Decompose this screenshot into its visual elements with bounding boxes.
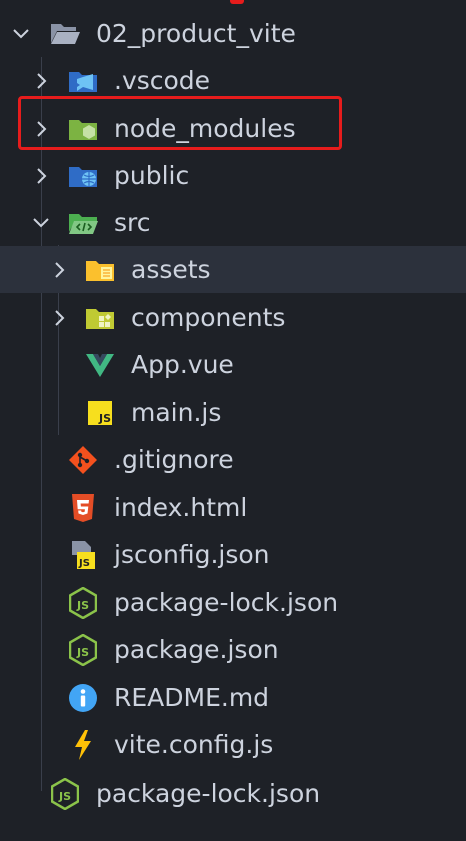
vite-file-icon (66, 728, 100, 762)
svg-text:JS: JS (58, 790, 71, 803)
tree-item-label: 02_product_vite (96, 19, 296, 48)
tree-item-package-lock[interactable]: JS package-lock.json (0, 579, 466, 626)
tree-item-root[interactable]: 02_product_vite (0, 10, 466, 57)
tree-item-readme[interactable]: README.md (0, 674, 466, 721)
tree-item-main-js[interactable]: JS main.js (0, 389, 466, 436)
tree-item-label: index.html (114, 493, 248, 522)
node-json-file-icon: JS (66, 586, 100, 620)
public-folder-icon (66, 159, 100, 193)
folder-open-icon (48, 17, 82, 51)
chevron-right-icon (46, 257, 72, 283)
tree-item-jsconfig[interactable]: JS jsconfig.json (0, 531, 466, 578)
git-file-icon (66, 443, 100, 477)
svg-text:JS: JS (76, 646, 89, 659)
tree-item-label: public (114, 161, 190, 190)
tree-item-package-lock-root[interactable]: JS package-lock.json (0, 770, 466, 817)
tree-item-index-html[interactable]: index.html (0, 484, 466, 531)
tree-item-label: README.md (114, 683, 270, 712)
tree-item-label: assets (131, 255, 211, 284)
chevron-down-icon (28, 210, 54, 236)
tree-item-label: App.vue (131, 350, 234, 379)
tree-item-vite-config[interactable]: vite.config.js (0, 721, 466, 768)
js-file-icon: JS (83, 396, 117, 430)
tree-item-label: .vscode (114, 66, 211, 95)
chevron-right-icon (46, 305, 72, 331)
svg-text:JS: JS (98, 412, 111, 425)
vue-file-icon (83, 348, 117, 382)
tree-item-label: package-lock.json (96, 779, 321, 808)
tree-item-label: vite.config.js (114, 730, 274, 759)
tree-item-label: src (114, 208, 151, 237)
tree-item-src[interactable]: src (0, 199, 466, 246)
tree-item-label: jsconfig.json (114, 540, 270, 569)
tree-item-components[interactable]: components (0, 294, 466, 341)
components-folder-icon (83, 301, 117, 335)
tree-item-label: components (131, 303, 286, 332)
tree-item-public[interactable]: public (0, 152, 466, 199)
tree-item-assets[interactable]: assets (0, 246, 466, 293)
info-file-icon (66, 681, 100, 715)
node-json-file-icon: JS (66, 633, 100, 667)
tree-item-gitignore[interactable]: .gitignore (0, 436, 466, 483)
top-red-mark (230, 0, 244, 4)
tree-item-package-json[interactable]: JS package.json (0, 626, 466, 673)
src-folder-icon (66, 206, 100, 240)
vscode-folder-icon (66, 64, 100, 98)
chevron-right-icon (28, 163, 54, 189)
highlight-annotation-box (18, 96, 342, 150)
svg-text:JS: JS (78, 558, 90, 569)
jsconfig-file-icon: JS (66, 538, 100, 572)
tree-item-label: package.json (114, 635, 279, 664)
chevron-right-icon (28, 68, 54, 94)
assets-folder-icon (83, 253, 117, 287)
tree-item-label: main.js (131, 398, 222, 427)
tree-item-app-vue[interactable]: App.vue (0, 341, 466, 388)
chevron-down-icon (8, 21, 34, 47)
tree-item-label: package-lock.json (114, 588, 339, 617)
file-explorer-tree: 02_product_vite .vscode node_modules pub… (0, 0, 466, 841)
html-file-icon (66, 491, 100, 525)
svg-text:JS: JS (76, 599, 89, 612)
tree-item-label: .gitignore (114, 445, 234, 474)
node-json-file-icon: JS (48, 777, 82, 811)
